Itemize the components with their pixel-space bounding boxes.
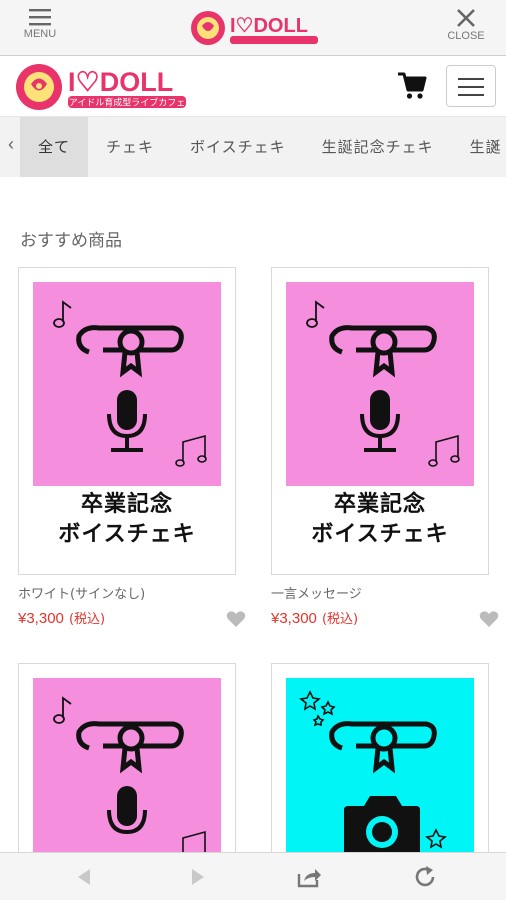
chevron-left-icon[interactable]: ‹ bbox=[2, 134, 20, 155]
cart-icon[interactable] bbox=[396, 69, 428, 101]
menu-label: MENU bbox=[23, 28, 57, 40]
menu-button[interactable]: MENU bbox=[10, 8, 70, 40]
heart-icon[interactable] bbox=[479, 610, 499, 628]
hamburger-line bbox=[458, 86, 484, 88]
site-header: I♡DOLL アイドル育成型ライブカフェ bbox=[0, 57, 506, 117]
product-artwork bbox=[33, 282, 221, 486]
caption-line-1: 卒業記念 bbox=[80, 492, 173, 517]
product-name[interactable]: 一言メッセージ bbox=[271, 583, 489, 602]
chevron-right-icon[interactable]: › bbox=[486, 134, 504, 155]
product-artwork bbox=[286, 282, 474, 486]
logo-tagline: アイドル育成型ライブカフェ bbox=[69, 97, 186, 109]
tab-voice-cheki[interactable]: ボイスチェキ bbox=[172, 117, 304, 177]
product-card[interactable] bbox=[271, 663, 489, 882]
tax-label: (税込) bbox=[321, 612, 359, 627]
app-top-bar: MENU I♡DOLL CLOSE bbox=[0, 0, 506, 56]
share-icon[interactable] bbox=[296, 865, 322, 889]
menu-icon bbox=[29, 9, 51, 26]
product-price: ¥3,300 bbox=[271, 610, 317, 627]
section-title: おすすめ商品 bbox=[20, 231, 122, 251]
browser-bottom-bar bbox=[0, 852, 506, 900]
product-price: ¥3,300 bbox=[18, 610, 64, 627]
category-tabs: ‹ 全て チェキ ボイスチェキ 生誕記念チェキ 生誕 › bbox=[0, 117, 506, 177]
hamburger-line bbox=[458, 94, 484, 96]
product-card[interactable]: 卒業記念 ボイスチェキ 一言メッセージ ¥3,300 (税込) bbox=[271, 267, 499, 630]
product-card[interactable]: 卒業記念 ボイスチェキ ホワイト(サインなし) ¥3,300 (税込) bbox=[18, 267, 246, 630]
reload-icon[interactable] bbox=[412, 865, 438, 889]
product-caption: 卒業記念 ボイスチェキ bbox=[272, 490, 488, 550]
brand-logo-small: I♡DOLL bbox=[191, 11, 318, 45]
price-row: ¥3,300 (税込) bbox=[271, 608, 499, 630]
close-button[interactable]: CLOSE bbox=[436, 8, 496, 42]
product-image-frame[interactable] bbox=[18, 663, 236, 882]
caption-line-2: ボイスチェキ bbox=[311, 522, 449, 547]
heart-icon[interactable] bbox=[226, 610, 246, 628]
site-logo[interactable]: I♡DOLL アイドル育成型ライブカフェ bbox=[14, 62, 189, 112]
product-caption: 卒業記念 ボイスチェキ bbox=[19, 490, 235, 550]
product-card[interactable] bbox=[18, 663, 236, 882]
back-arrow-icon[interactable] bbox=[72, 865, 98, 889]
product-name[interactable]: ホワイト(サインなし) bbox=[18, 583, 236, 602]
svg-text:I♡DOLL: I♡DOLL bbox=[230, 15, 308, 37]
svg-text:I♡DOLL: I♡DOLL bbox=[68, 67, 173, 97]
hamburger-menu-button[interactable] bbox=[446, 65, 496, 107]
category-track: 全て チェキ ボイスチェキ 生誕記念チェキ 生誕 bbox=[20, 117, 506, 177]
forward-arrow-icon[interactable] bbox=[184, 865, 210, 889]
close-label: CLOSE bbox=[447, 30, 485, 42]
product-image-frame[interactable]: 卒業記念 ボイスチェキ bbox=[271, 267, 489, 575]
price-row: ¥3,300 (税込) bbox=[18, 608, 246, 630]
tab-cheki[interactable]: チェキ bbox=[88, 117, 172, 177]
caption-line-1: 卒業記念 bbox=[333, 492, 426, 517]
product-image-frame[interactable]: 卒業記念 ボイスチェキ bbox=[18, 267, 236, 575]
caption-line-2: ボイスチェキ bbox=[58, 522, 196, 547]
hamburger-icon bbox=[458, 78, 484, 80]
tax-label: (税込) bbox=[68, 612, 106, 627]
product-image-frame[interactable] bbox=[271, 663, 489, 882]
close-icon bbox=[457, 9, 475, 27]
tab-birthday-cheki[interactable]: 生誕記念チェキ bbox=[304, 117, 452, 177]
tab-all[interactable]: 全て bbox=[20, 117, 89, 177]
